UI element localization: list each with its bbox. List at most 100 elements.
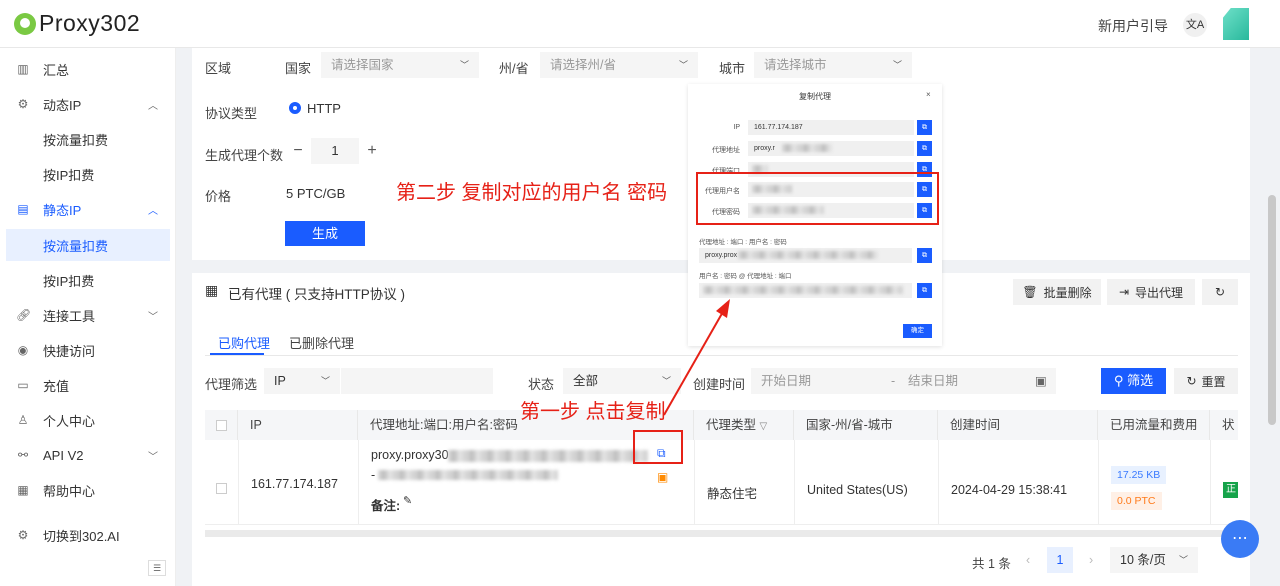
price-value: 5 PTC/GB [286, 186, 346, 201]
count-label: 生成代理个数 [205, 148, 284, 163]
link-icon: 🔗︎ [16, 308, 32, 322]
page-size-select[interactable]: 10 条/页 ﹀ [1110, 547, 1198, 573]
select-all-checkbox[interactable] [216, 420, 227, 431]
wallet-icon: ▭ [17, 378, 29, 392]
filter-type-select[interactable]: IP ﹀ [264, 368, 340, 394]
filter-icon: ▽ [759, 421, 768, 432]
select-all-header [205, 410, 238, 440]
calendar-icon: ▣ [1035, 374, 1047, 388]
avatar[interactable] [1223, 8, 1249, 40]
count-input[interactable]: 1 [311, 138, 359, 164]
country-select[interactable]: 请选择国家 ﹀ [321, 52, 479, 78]
sidebar-item-summary[interactable]: ▥ 汇总 [0, 53, 176, 85]
column-type[interactable]: 代理类型 ▽ [694, 410, 794, 440]
modal-ip-label: IP [733, 124, 740, 131]
sidebar-item-api-v2[interactable]: ⚯ API V2 ﹀ [0, 439, 176, 471]
format1-label: 代理地址 : 端口 : 用户名 : 密码 [699, 239, 787, 246]
export-icon: ⇥ [1118, 285, 1130, 299]
increment-button[interactable]: + [359, 138, 385, 164]
blurred-text [703, 286, 903, 294]
generate-button[interactable]: 生成 [285, 221, 365, 246]
translate-icon[interactable]: 文A [1183, 13, 1207, 37]
region-label: 区域 [205, 61, 232, 76]
sidebar-item-switch-302ai[interactable]: ⚙ 切换到302.AI [0, 519, 176, 551]
row-checkbox[interactable] [216, 483, 227, 494]
batch-delete-button[interactable]: 🗑︎ 批量删除 [1013, 279, 1101, 305]
sidebar-item-static-per-ip[interactable]: 按IP扣费 [0, 264, 176, 296]
sidebar-item-recharge[interactable]: ▭ 充值 [0, 369, 176, 401]
collapse-sidebar-icon[interactable]: ☰ [148, 560, 166, 576]
refresh-button[interactable]: ↻ [1202, 279, 1238, 305]
status-select[interactable]: 全部 ﹀ [563, 368, 681, 394]
date-range-picker[interactable]: 开始日期 - 结束日期 ▣ [751, 368, 1056, 394]
row-location: United States(US) [807, 483, 908, 497]
modal-ip-field[interactable]: 161.77.174.187 [748, 120, 914, 135]
modal-confirm-button[interactable]: 确定 [903, 324, 932, 338]
close-icon[interactable]: × [926, 90, 931, 99]
blurred-text [738, 251, 878, 259]
sidebar-item-quick-access[interactable]: ◉ 快捷访问 [0, 334, 176, 366]
row-address-line2: - [371, 468, 376, 482]
reset-icon: ↻ [1186, 374, 1197, 388]
state-select[interactable]: 请选择州/省 ﹀ [540, 52, 698, 78]
book-icon: ▦ [17, 483, 29, 497]
sidebar-item-connect-tools[interactable]: 🔗︎ 连接工具 ﹀ [0, 299, 176, 331]
blurred-text [782, 144, 832, 152]
copy-icon[interactable]: ⧉ [917, 248, 932, 263]
logo-icon [14, 12, 36, 35]
sidebar-item-dynamic-traffic[interactable]: 按流量扣费 [0, 123, 176, 155]
qr-code-icon[interactable]: ▣ [657, 470, 668, 484]
proxy-list-title: 已有代理 ( 只支持HTTP协议 ) [228, 287, 405, 302]
copy-icon[interactable]: ⧉ [917, 120, 932, 135]
filter-input[interactable] [341, 368, 493, 394]
page-scrollbar[interactable] [1268, 195, 1276, 425]
column-location: 国家-州/省-城市 [794, 410, 938, 440]
date-separator: - [891, 374, 896, 388]
sidebar-item-dynamic-ip[interactable]: ⚙ 动态IP ︿ [0, 88, 176, 120]
page-1-button[interactable]: 1 [1047, 547, 1073, 573]
annotation-step2: 第二步 复制对应的用户名 密码 [396, 182, 668, 204]
search-button[interactable]: ⚲ 筛选 [1101, 368, 1166, 394]
created-time-label: 创建时间 [693, 377, 746, 392]
export-button[interactable]: ⇥ 导出代理 [1107, 279, 1195, 305]
http-radio[interactable] [289, 102, 301, 114]
copy-icon[interactable]: ⧉ [917, 141, 932, 156]
logo[interactable]: Proxy302 [14, 10, 140, 37]
tab-purchased[interactable]: 已购代理 [218, 333, 270, 352]
decrement-button[interactable]: − [285, 138, 311, 164]
sidebar-item-dynamic-per-ip[interactable]: 按IP扣费 [0, 158, 176, 190]
chevron-down-icon: ﹀ [678, 60, 688, 70]
traffic-badge: 17.25 KB [1111, 466, 1167, 484]
start-date-input[interactable]: 开始日期 [761, 374, 811, 388]
horizontal-scrollbar[interactable] [205, 530, 1238, 537]
chevron-down-icon: ﹀ [148, 451, 158, 463]
price-label: 价格 [205, 189, 232, 204]
annotation-step1: 第一步 点击复制 [520, 401, 666, 423]
tab-deleted[interactable]: 已删除代理 [289, 333, 354, 352]
row-created: 2024-04-29 15:38:41 [951, 483, 1068, 497]
modal-address-label: 代理地址 [712, 147, 740, 154]
prev-page-icon[interactable]: ‹ [1026, 553, 1030, 567]
city-select[interactable]: 请选择城市 ﹀ [754, 52, 912, 78]
http-radio-label: HTTP [307, 101, 341, 116]
chat-support-icon[interactable]: ⋯ [1221, 520, 1259, 558]
cost-badge: 0.0 PTC [1111, 492, 1162, 510]
filter-label: 代理筛选 [205, 377, 258, 392]
copy-icon[interactable]: ⧉ [917, 283, 932, 298]
sidebar-item-profile[interactable]: ♙ 个人中心 [0, 404, 176, 436]
chevron-down-icon: ﹀ [1178, 555, 1188, 565]
edit-icon[interactable]: ✎ [403, 494, 412, 507]
trash-icon: 🗑︎ [1022, 285, 1038, 299]
top-bar: Proxy302 新用户引导 文A [0, 0, 1280, 48]
active-tab-indicator [210, 353, 264, 355]
next-page-icon[interactable]: › [1089, 553, 1093, 567]
column-created: 创建时间 [938, 410, 1098, 440]
reset-button[interactable]: ↻ 重置 [1174, 368, 1238, 394]
end-date-input[interactable]: 结束日期 [908, 368, 958, 394]
new-user-guide-link[interactable]: 新用户引导 [1098, 16, 1168, 36]
sidebar-item-static-traffic[interactable]: 按流量扣费 [6, 229, 170, 261]
row-ip: 161.77.174.187 [251, 477, 338, 491]
blurred-credentials [448, 450, 648, 462]
sidebar-item-help[interactable]: ▦ 帮助中心 [0, 474, 176, 506]
sidebar-item-static-ip[interactable]: ▤ 静态IP ︿ [0, 193, 176, 225]
